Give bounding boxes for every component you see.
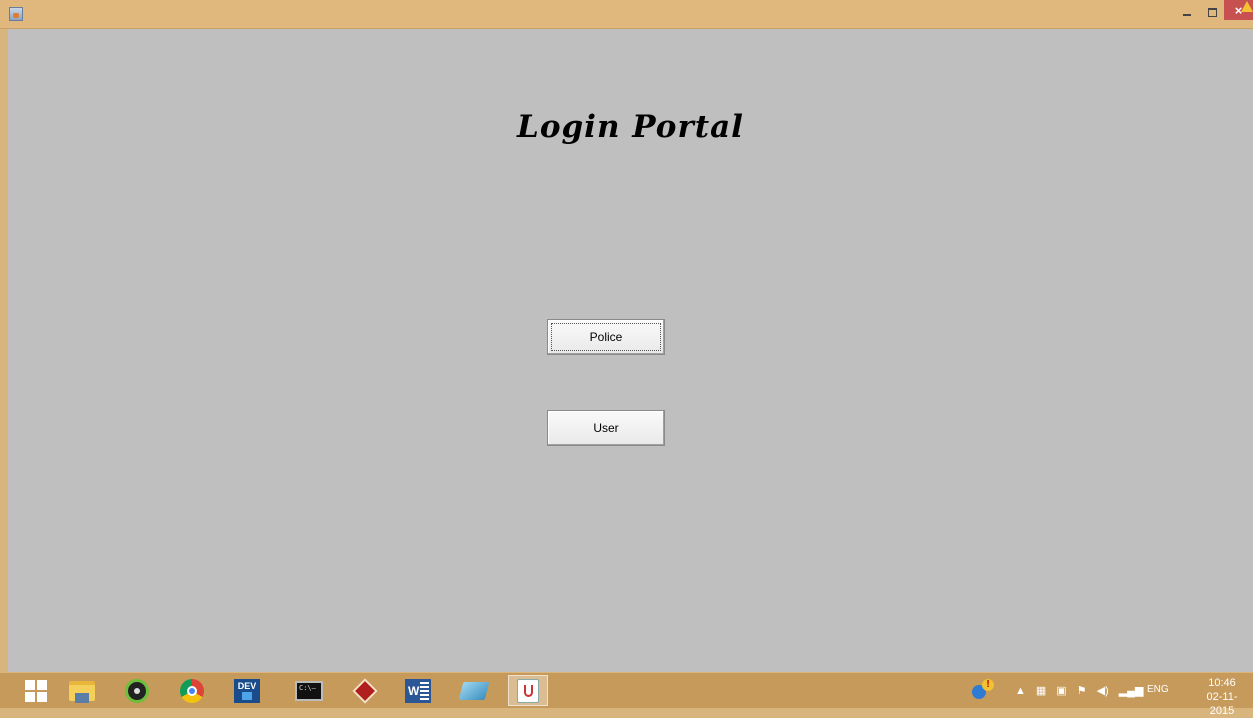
police-button[interactable]: Police xyxy=(547,319,665,355)
taskbar: DEV C:\— W ! ▲ ▦ ▣ ⚑ ◀) ▂▄▆ ENG 10:46 02… xyxy=(0,672,1253,717)
restore-icon xyxy=(1207,7,1217,17)
taskbar-slate-app[interactable] xyxy=(454,675,494,706)
start-button[interactable] xyxy=(16,675,56,706)
clock-time: 10:46 xyxy=(1208,677,1236,689)
user-button[interactable]: User xyxy=(547,410,665,446)
taskbar-java-app[interactable] xyxy=(508,675,548,706)
slate-icon xyxy=(458,681,490,700)
network-device-icon[interactable]: ▣ xyxy=(1056,684,1066,697)
window-title-bar[interactable]: × xyxy=(0,0,1253,29)
clock[interactable]: 10:46 02-11-2015 xyxy=(1196,676,1248,718)
signal-strength-icon[interactable]: ▂▄▆ xyxy=(1119,684,1144,697)
red-diamond-icon xyxy=(352,677,378,704)
java-app-icon[interactable] xyxy=(9,7,23,21)
volume-icon[interactable]: ◀) xyxy=(1097,684,1109,697)
language-indicator[interactable]: ENG xyxy=(1147,684,1169,695)
java-icon xyxy=(517,678,539,703)
word-icon: W xyxy=(405,678,431,703)
cmd-icon: C:\— xyxy=(295,680,323,701)
minimize-button[interactable] xyxy=(1176,3,1198,21)
taskbar-chrome[interactable] xyxy=(172,675,212,706)
taskbar-dev-cpp[interactable]: DEV xyxy=(227,675,267,706)
people-notification-icon[interactable]: ! xyxy=(970,677,996,703)
taskbar-file-explorer[interactable] xyxy=(62,675,102,706)
minimize-icon xyxy=(1183,14,1191,16)
folder-icon xyxy=(69,680,95,703)
webcam-icon xyxy=(125,678,149,703)
windows-flag-icon[interactable]: ▦ xyxy=(1036,684,1046,697)
taskbar-command-prompt[interactable]: C:\— xyxy=(289,675,329,706)
chrome-icon xyxy=(180,678,204,703)
windows-logo-icon xyxy=(25,679,47,702)
show-hidden-icons-icon[interactable]: ▲ xyxy=(1015,685,1026,697)
page-title: Login Portal xyxy=(517,109,744,145)
action-center-flag-icon[interactable]: ⚑ xyxy=(1077,684,1087,697)
taskbar-word[interactable]: W xyxy=(398,675,438,706)
warning-icon xyxy=(1241,1,1253,12)
dev-cpp-icon: DEV xyxy=(234,678,260,703)
system-tray: ▲ ▦ ▣ ⚑ ◀) ▂▄▆ xyxy=(1010,673,1148,708)
clock-date: 02-11-2015 xyxy=(1206,691,1238,717)
taskbar-webcam-app[interactable] xyxy=(117,675,157,706)
restore-button[interactable] xyxy=(1201,3,1223,21)
taskbar-red-diamond-app[interactable] xyxy=(345,675,385,706)
main-content: Login Portal Police User xyxy=(8,29,1253,672)
